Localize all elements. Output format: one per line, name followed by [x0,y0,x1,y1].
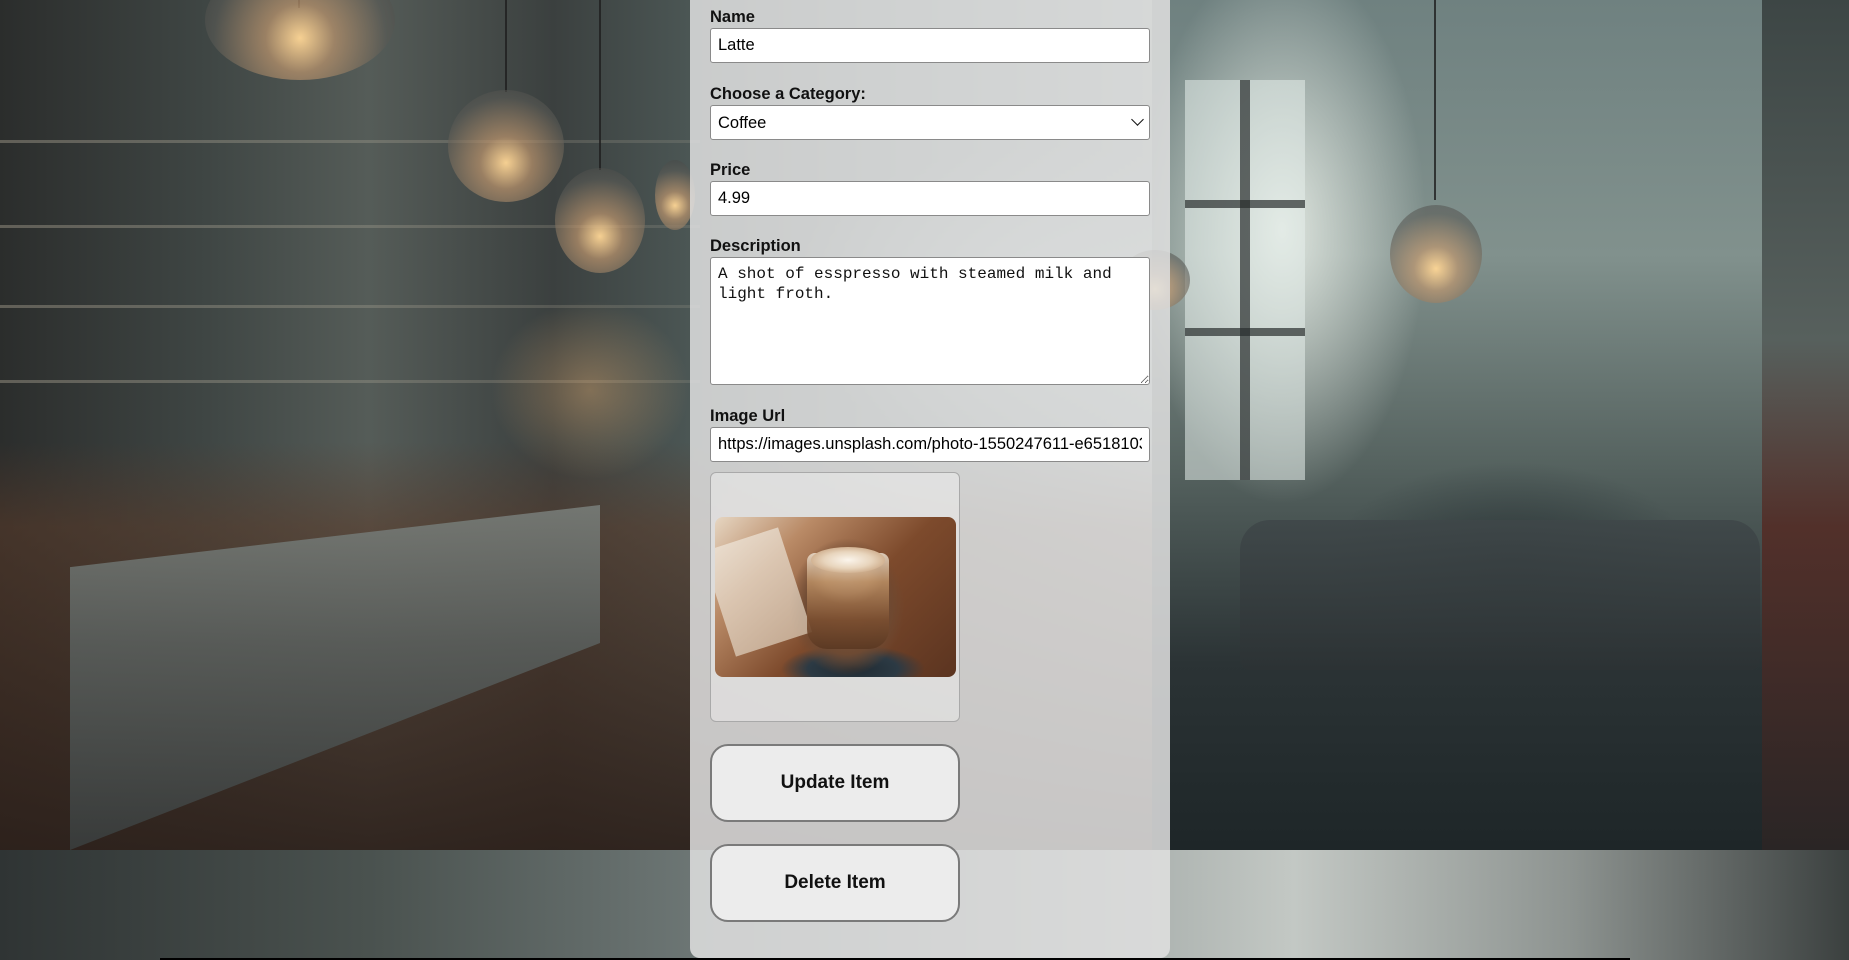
category-select[interactable]: Coffee [710,105,1150,140]
delete-item-button[interactable]: Delete Item [710,844,960,922]
photo-paper [715,527,813,657]
image-url-input[interactable] [710,427,1150,462]
name-label: Name [710,8,755,26]
name-input[interactable] [710,28,1150,63]
background-shelf [0,140,700,143]
pendant-cord [599,0,601,170]
pendant-cord [505,0,507,92]
latte-preview-image [715,517,956,677]
pendant-lamp [655,160,695,230]
pendant-lamp [1390,205,1482,303]
background-shelf-glow [490,300,690,480]
pendant-lamp [555,168,645,273]
photo-latte-art [811,547,885,573]
background-sofa [1240,520,1760,670]
pendant-lamp [448,90,564,202]
pendant-cord [1434,0,1436,200]
price-label: Price [710,161,751,179]
category-select-wrapper: Coffee [710,105,1150,140]
image-preview-card [710,472,960,722]
description-label: Description [710,237,801,255]
image-url-label: Image Url [710,407,786,425]
update-item-button[interactable]: Update Item [710,744,960,822]
category-label: Choose a Category: [710,85,866,103]
background-window [1185,80,1305,480]
price-input[interactable] [710,181,1150,216]
background-repeat-strip [1762,0,1849,850]
edit-item-form: Name Choose a Category: Coffee Price Des… [690,0,1170,958]
description-textarea[interactable]: A shot of esspresso with steamed milk an… [710,257,1150,385]
